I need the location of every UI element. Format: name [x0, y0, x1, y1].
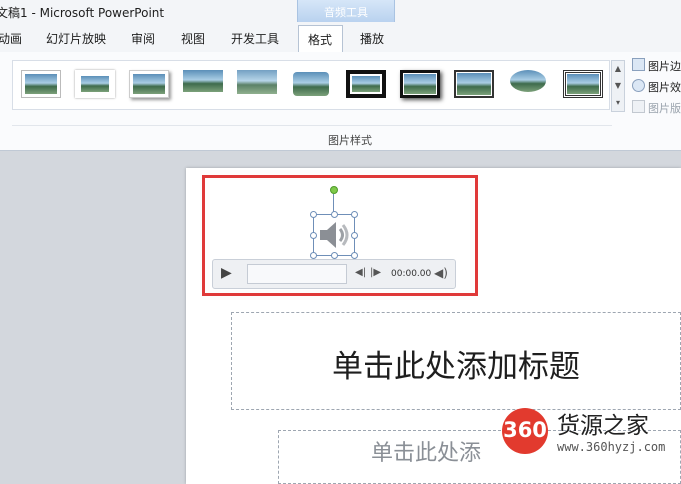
picture-effects-button[interactable]: 图片效 — [632, 79, 681, 95]
context-tab-group-label: 音频工具 — [324, 6, 368, 19]
gallery-scroller: ▲ ▼ ▾ — [611, 60, 625, 112]
picture-style-oval[interactable] — [508, 70, 548, 98]
picture-style-reflection[interactable] — [183, 70, 223, 98]
layout-icon — [632, 100, 645, 113]
picture-style-black-shadow[interactable] — [400, 70, 440, 98]
group-separator — [12, 125, 612, 126]
tab-format-label: 格式 — [308, 33, 333, 47]
watermark-site-name: 货源之家 — [557, 413, 649, 439]
title-placeholder-text: 单击此处添加标题 — [332, 349, 580, 385]
tab-format[interactable]: 格式 — [298, 25, 343, 53]
watermark-url: www.360hyzj.com — [557, 440, 666, 454]
picture-style-soft-edge[interactable] — [237, 70, 277, 98]
tab-review[interactable]: 审阅 — [131, 30, 155, 47]
picture-border-button[interactable]: 图片边 — [632, 58, 681, 74]
annotation-highlight-box — [202, 175, 478, 296]
tab-slideshow[interactable]: 幻灯片放映 — [46, 30, 106, 47]
picture-style-shadow[interactable] — [129, 70, 169, 98]
picture-style-double-frame[interactable] — [563, 70, 603, 98]
picture-style-rounded[interactable] — [291, 70, 331, 98]
title-placeholder[interactable]: 单击此处添加标题 — [231, 312, 681, 410]
subtitle-placeholder-text: 单击此处添 — [371, 441, 482, 466]
effects-icon — [632, 79, 645, 92]
picture-style-thin-frame[interactable] — [454, 70, 494, 98]
picture-styles-gallery — [12, 60, 610, 110]
context-tab-group-header: 音频工具 — [297, 0, 395, 22]
picture-layout-button[interactable]: 图片版 — [632, 100, 681, 116]
pencil-icon — [632, 58, 645, 71]
watermark-logo-number: 360 — [503, 418, 547, 442]
tab-playback[interactable]: 播放 — [360, 30, 384, 47]
gallery-down-icon[interactable]: ▼ — [613, 78, 623, 93]
gallery-up-icon[interactable]: ▲ — [613, 61, 623, 76]
window-title: 文稿1 - Microsoft PowerPoint — [0, 6, 165, 20]
tab-view[interactable]: 视图 — [181, 30, 205, 47]
tab-developer[interactable]: 开发工具 — [231, 30, 279, 47]
tab-animations[interactable]: 动画 — [0, 30, 22, 47]
picture-style-thick-black-frame[interactable] — [346, 70, 386, 98]
gallery-more-icon[interactable]: ▾ — [613, 95, 623, 110]
picture-style-soft-frame[interactable] — [75, 70, 115, 98]
ribbon-group-label: 图片样式 — [328, 134, 372, 147]
picture-style-simple-frame[interactable] — [21, 70, 61, 98]
